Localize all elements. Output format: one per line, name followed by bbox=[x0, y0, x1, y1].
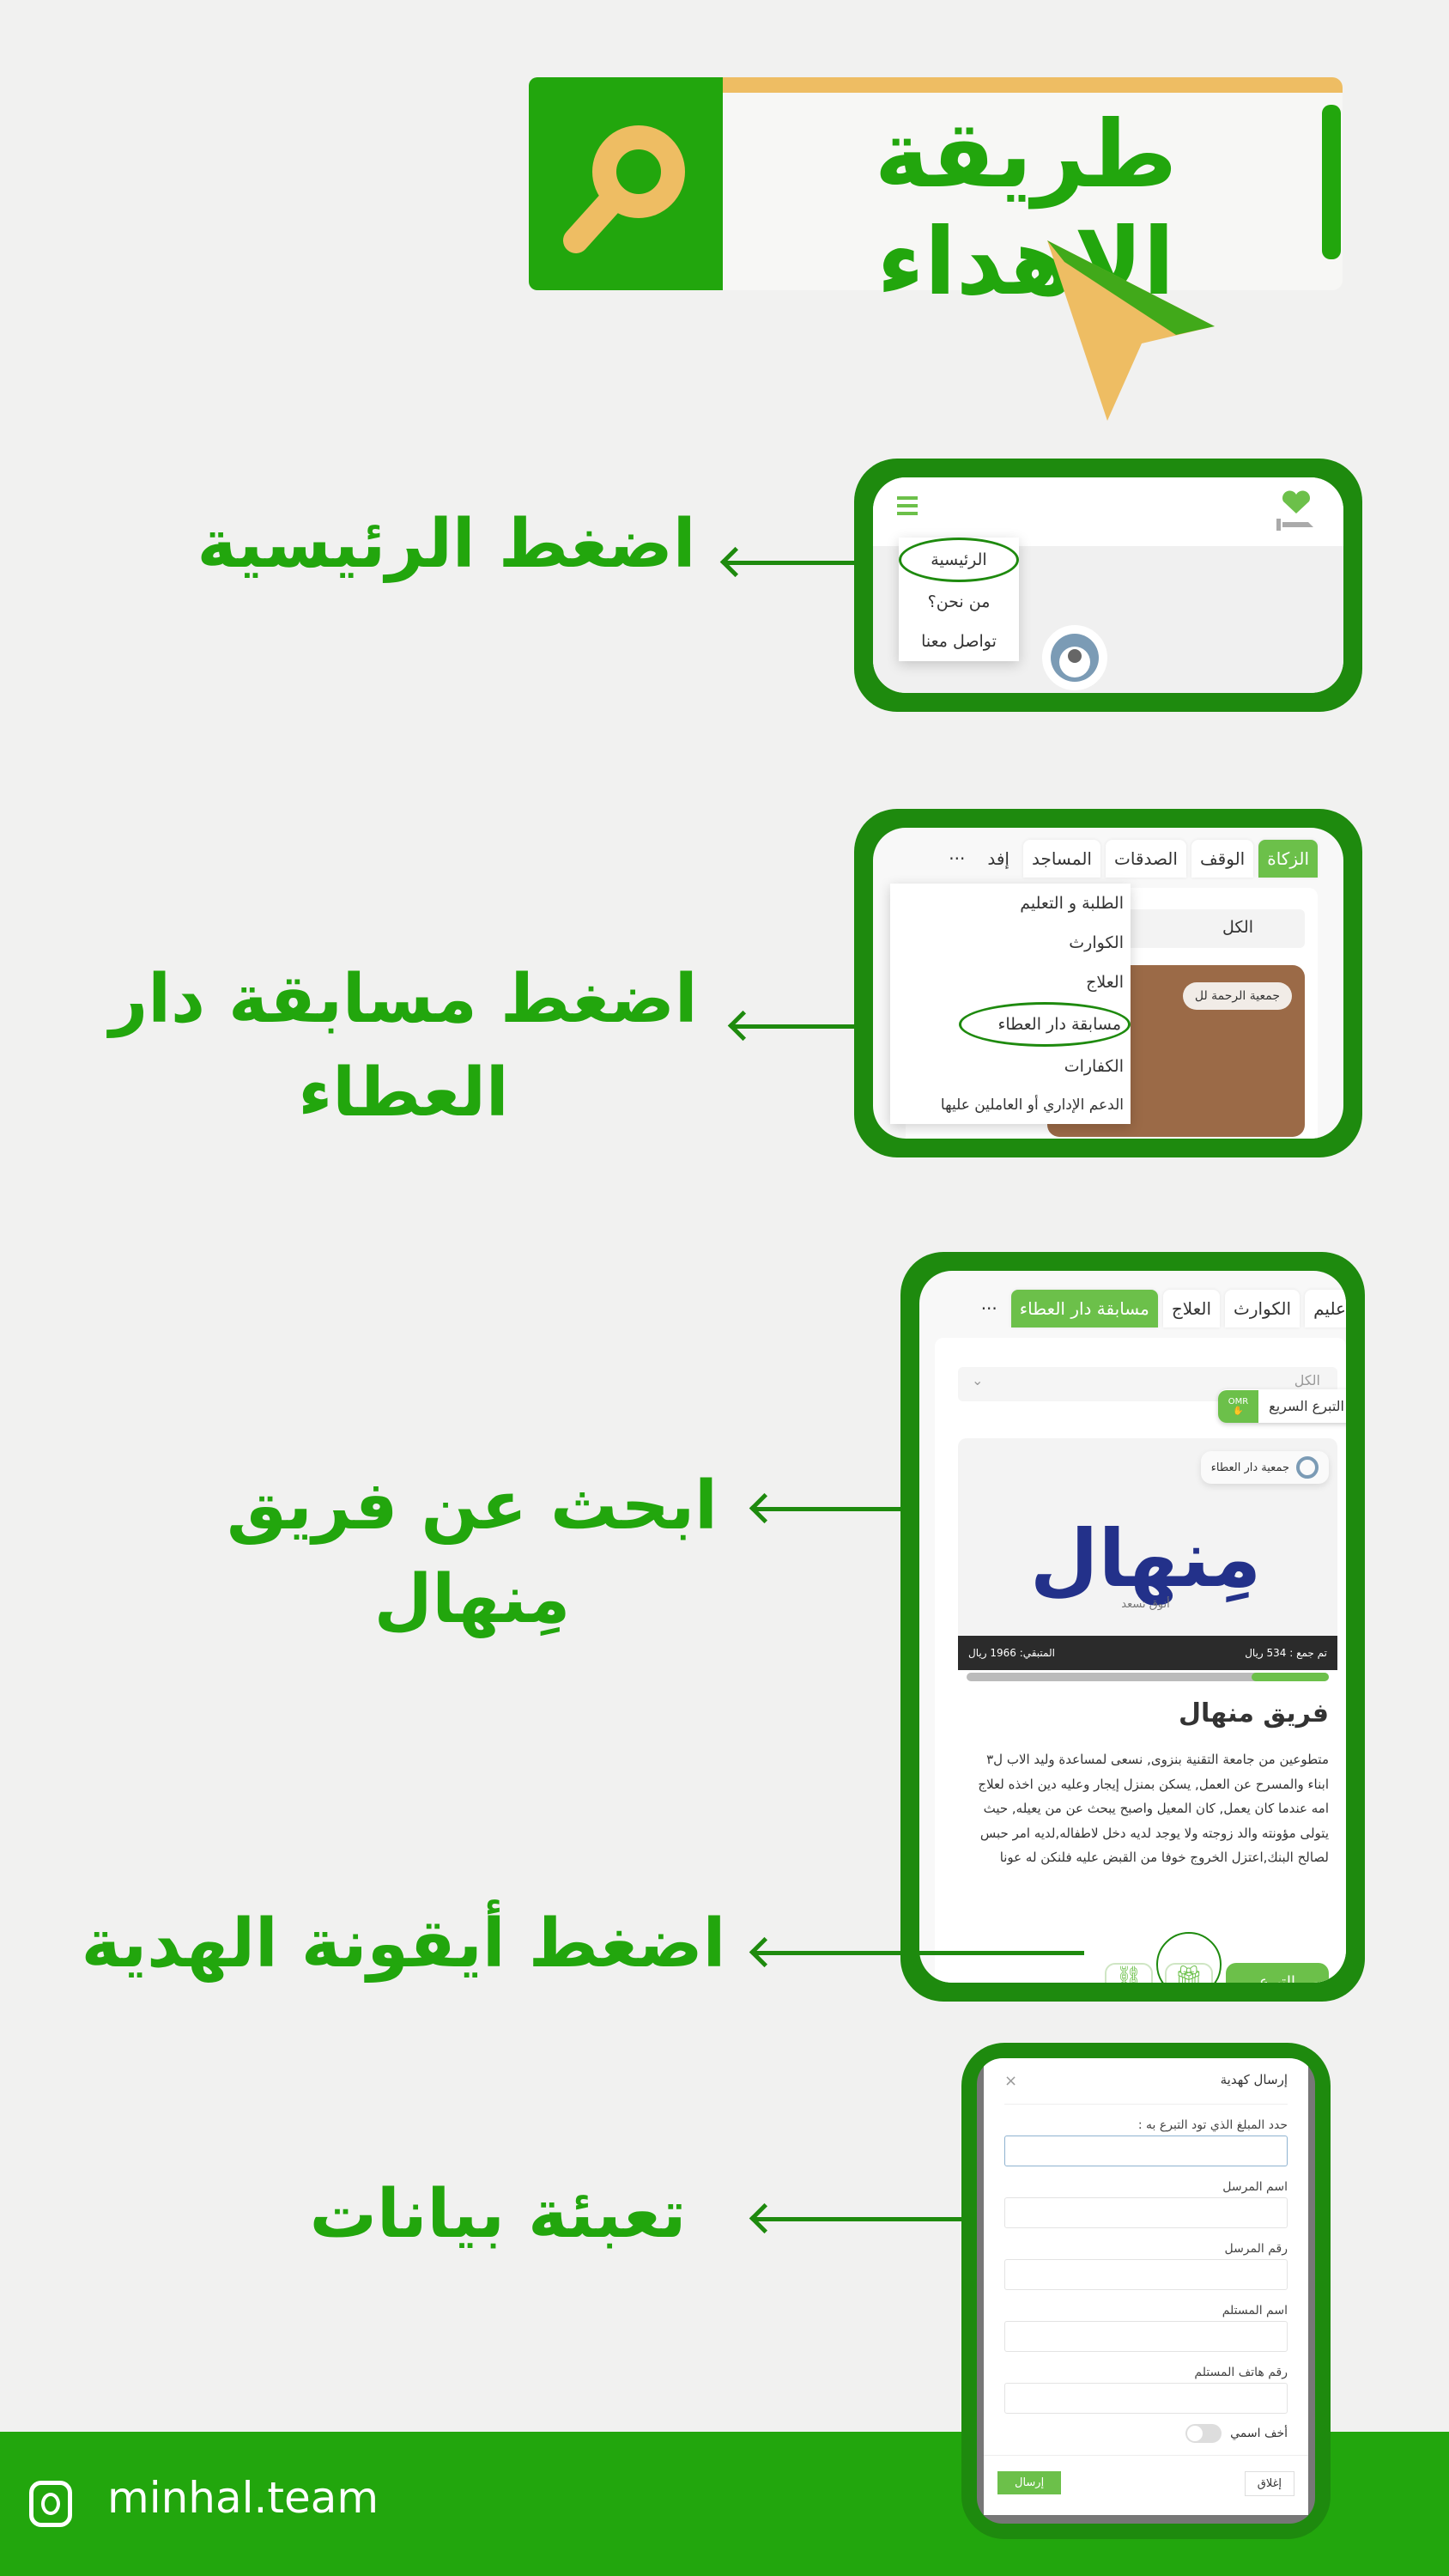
minhal-logo: مِنهال أنوق تسعد bbox=[1029, 1513, 1262, 1611]
step-2-label: اضغط مسابقة دار العطاء bbox=[77, 953, 730, 1140]
collected-amount: تم جمع : 534 ريال bbox=[1245, 1647, 1327, 1659]
recipient-name-input[interactable] bbox=[1004, 2321, 1288, 2352]
campaign-description: متطوعين من جامعة التقنية بنزوى, نسعى لمس… bbox=[978, 1752, 1329, 1865]
cursor-arrow-icon bbox=[1047, 240, 1215, 421]
dropdown-item-dar-alata-competition[interactable]: مسابقة دار العطاء bbox=[959, 1002, 1131, 1047]
tab-partial[interactable]: إفد bbox=[979, 840, 1018, 878]
modal-title: إرسال كهدية bbox=[1220, 2072, 1288, 2087]
progress-fill bbox=[1251, 1673, 1329, 1681]
link-icon: ⛓ bbox=[1115, 1965, 1143, 1983]
site-header bbox=[873, 477, 1343, 546]
menu-item-contact[interactable]: تواصل معنا bbox=[899, 622, 1019, 661]
dropdown-item[interactable]: العلاج bbox=[890, 963, 1131, 1002]
step-5-screenshot: إرسال كهدية × حدد المبلغ الذي تود التبرع… bbox=[961, 2043, 1331, 2539]
filter-value: الكل bbox=[1294, 1372, 1320, 1388]
amount-input[interactable] bbox=[1004, 2136, 1288, 2166]
menu-item-home[interactable]: الرئيسية bbox=[899, 538, 1019, 582]
dropdown-item[interactable]: الكفارات bbox=[890, 1047, 1131, 1086]
step-2-screenshot: الزكاةالوقفالصدقاتالمساجدإفد··· الكل جمع… bbox=[854, 809, 1362, 1157]
share-link-button[interactable]: ⛓ bbox=[1105, 1963, 1153, 1983]
remaining-amount: المتبقي: 1966 ريال bbox=[968, 1647, 1055, 1659]
campaign-title: فريق منهال bbox=[1179, 1698, 1329, 1728]
close-icon[interactable]: × bbox=[1004, 2072, 1017, 2090]
title-accent-bar bbox=[1322, 105, 1341, 259]
step-3-label: ابحث عن فريق مِنهال bbox=[146, 1460, 798, 1647]
hamburger-menu-icon[interactable] bbox=[897, 496, 918, 515]
send-button[interactable]: إرسال bbox=[997, 2471, 1062, 2494]
funding-stats: تم جمع : 534 ريال المتبقي: 1966 ريال bbox=[958, 1636, 1337, 1670]
hide-name-toggle[interactable] bbox=[1185, 2424, 1222, 2443]
step-4-arrow bbox=[755, 1951, 1084, 1955]
tab-waqf[interactable]: الوقف bbox=[1191, 840, 1254, 878]
recipient-phone-label: رقم هاتف المستلم bbox=[1194, 2366, 1288, 2379]
dropdown-item[interactable]: الدعم الإداري أو العاملين عليها bbox=[890, 1086, 1131, 1124]
tab-zakat[interactable]: الزكاة bbox=[1258, 840, 1318, 878]
step-2-label-line-2: العطاء bbox=[298, 1054, 509, 1133]
sender-name-label: اسم المرسل bbox=[1222, 2180, 1288, 2194]
chevron-down-icon: ⌄ bbox=[972, 1372, 984, 1388]
menu-item-about[interactable]: من نحن؟ bbox=[899, 582, 1019, 622]
tab-treatment[interactable]: العلاج bbox=[1162, 1290, 1221, 1327]
org-name: جمعية دار العطاء bbox=[1210, 1461, 1289, 1474]
instagram-icon[interactable] bbox=[29, 2481, 72, 2527]
card-org: جمعية الرحمة لل bbox=[1182, 982, 1292, 1010]
quick-donate-label: التبرع السريع bbox=[1269, 1398, 1344, 1414]
tab-mosques[interactable]: المساجد bbox=[1022, 840, 1100, 878]
step-5-label: تعبئة بيانات bbox=[309, 2176, 687, 2253]
category-tabs: الزكاةالوقفالصدقاتالمساجدإفد··· bbox=[935, 840, 1318, 878]
title-icon-box bbox=[529, 77, 723, 290]
recipient-name-label: اسم المستلم bbox=[1222, 2304, 1288, 2318]
avatar bbox=[1042, 625, 1107, 690]
tab-more[interactable]: ··· bbox=[973, 1290, 1006, 1327]
org-badge: جمعية دار العطاء bbox=[1200, 1451, 1329, 1484]
quick-donate-button[interactable]: التبرع السريع OMR ✋ bbox=[1217, 1389, 1346, 1423]
step-3-label-line-1: ابحث عن فريق bbox=[227, 1467, 718, 1545]
dropdown-item[interactable]: الكوارث bbox=[890, 923, 1131, 963]
nav-dropdown-menu: الرئيسية من نحن؟ تواصل معنا bbox=[899, 538, 1019, 661]
step-3-label-line-2: مِنهال bbox=[373, 1561, 571, 1639]
sender-phone-label: رقم المرسل bbox=[1224, 2242, 1288, 2256]
step-1-label: اضغط الرئيسية bbox=[197, 506, 696, 583]
dropdown-item[interactable]: الطلبة و التعليم bbox=[890, 884, 1131, 923]
donate-button[interactable]: التبرع bbox=[1226, 1963, 1329, 1983]
step-5-arrow bbox=[755, 2217, 994, 2221]
gift-modal: إرسال كهدية × حدد المبلغ الذي تود التبرع… bbox=[984, 2058, 1308, 2515]
step-4-label: اضغط أيقونة الهدية bbox=[81, 1905, 726, 1983]
tab-more[interactable]: ··· bbox=[940, 840, 973, 878]
progress-bar bbox=[967, 1673, 1329, 1681]
hide-name-label: أخف اسمي bbox=[1230, 2427, 1288, 2440]
step-1-screenshot: الرئيسية من نحن؟ تواصل معنا bbox=[854, 459, 1362, 712]
category-tabs: عليمالكوارثالعلاجمسابقة دار العطاء··· bbox=[967, 1290, 1346, 1327]
org-logo-icon bbox=[1296, 1456, 1319, 1479]
close-button[interactable]: إغلاق bbox=[1244, 2471, 1294, 2496]
sender-name-input[interactable] bbox=[1004, 2197, 1288, 2228]
search-icon bbox=[563, 125, 685, 253]
step-3-screenshot: عليمالكوارثالعلاجمسابقة دار العطاء··· ال… bbox=[900, 1252, 1365, 2002]
tab-disasters[interactable]: الكوارث bbox=[1225, 1290, 1300, 1327]
tab-dar-alata-competition[interactable]: مسابقة دار العطاء bbox=[1010, 1290, 1158, 1327]
instagram-handle[interactable]: minhal.team bbox=[107, 2473, 379, 2523]
tab-sadaqat[interactable]: الصدقات bbox=[1105, 840, 1186, 878]
step-2-label-line-1: اضغط مسابقة دار bbox=[109, 961, 698, 1038]
hand-money-icon: OMR ✋ bbox=[1217, 1389, 1259, 1423]
amount-label: حدد المبلغ الذي تود التبرع به : bbox=[1137, 2118, 1288, 2132]
tab-partial[interactable]: عليم bbox=[1305, 1290, 1346, 1327]
recipient-phone-input[interactable] bbox=[1004, 2383, 1288, 2414]
heart-hand-logo-icon bbox=[1276, 490, 1313, 531]
category-dropdown: الطلبة و التعليم الكوارث العلاج مسابقة د… bbox=[890, 884, 1131, 1124]
sender-phone-input[interactable] bbox=[1004, 2259, 1288, 2290]
